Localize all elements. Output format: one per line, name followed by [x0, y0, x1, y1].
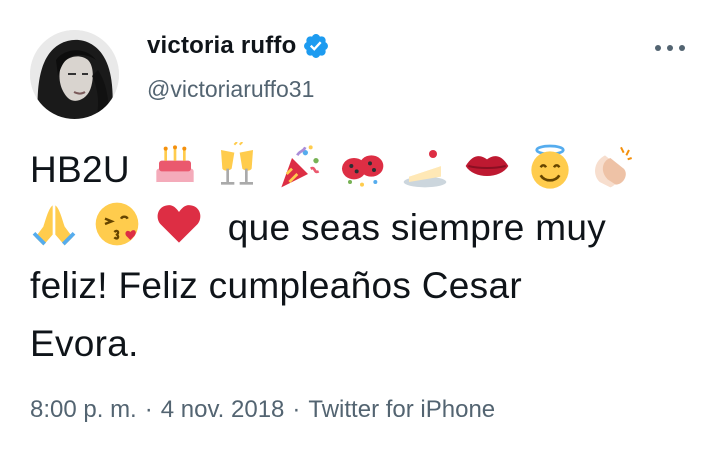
cake-slice-icon — [401, 142, 449, 190]
avatar[interactable] — [30, 30, 119, 119]
user-name-row: victoria ruffo — [147, 32, 330, 60]
separator: · — [144, 396, 153, 423]
user-handle[interactable]: @victoriaruffo31 — [147, 76, 314, 103]
display-name[interactable]: victoria ruffo — [147, 32, 296, 60]
more-options-button[interactable] — [652, 36, 688, 60]
lips-kiss-icon — [463, 142, 511, 190]
clapping-hands-icon — [589, 142, 637, 190]
clinking-glasses-icon — [213, 142, 261, 190]
more-horizontal-icon — [655, 45, 685, 51]
tweet-meta: 8:00 p. m. · 4 nov. 2018 · Twitter for i… — [30, 396, 495, 424]
verified-badge-icon — [302, 32, 330, 60]
tweet-message-line3: Evora. — [30, 323, 139, 364]
tweet-source-link[interactable]: Twitter for iPhone — [308, 396, 495, 424]
tweet-time[interactable]: 8:00 p. m. — [30, 396, 137, 424]
smiling-halo-face-icon — [526, 142, 574, 190]
red-heart-icon — [155, 200, 203, 248]
tweet-date[interactable]: 4 nov. 2018 — [161, 396, 285, 424]
ladybugs-confetti-icon — [338, 142, 386, 190]
tweet-lead: HB2U — [30, 149, 130, 190]
tweet-card: victoria ruffo @victoriaruffo31 HB2U que… — [0, 0, 720, 458]
party-popper-icon — [276, 142, 324, 190]
face-blowing-kiss-icon — [93, 200, 141, 248]
tweet-message-line2: feliz! Feliz cumpleaños Cesar — [30, 265, 522, 306]
praying-hands-icon — [30, 200, 78, 248]
avatar-photo — [30, 30, 119, 119]
tweet-text: HB2U que seas siempre muy feliz! Feliz c… — [30, 141, 680, 373]
separator: · — [292, 396, 301, 423]
tweet-message-line1: que seas siempre muy — [227, 207, 607, 248]
birthday-cake-icon — [151, 142, 199, 190]
